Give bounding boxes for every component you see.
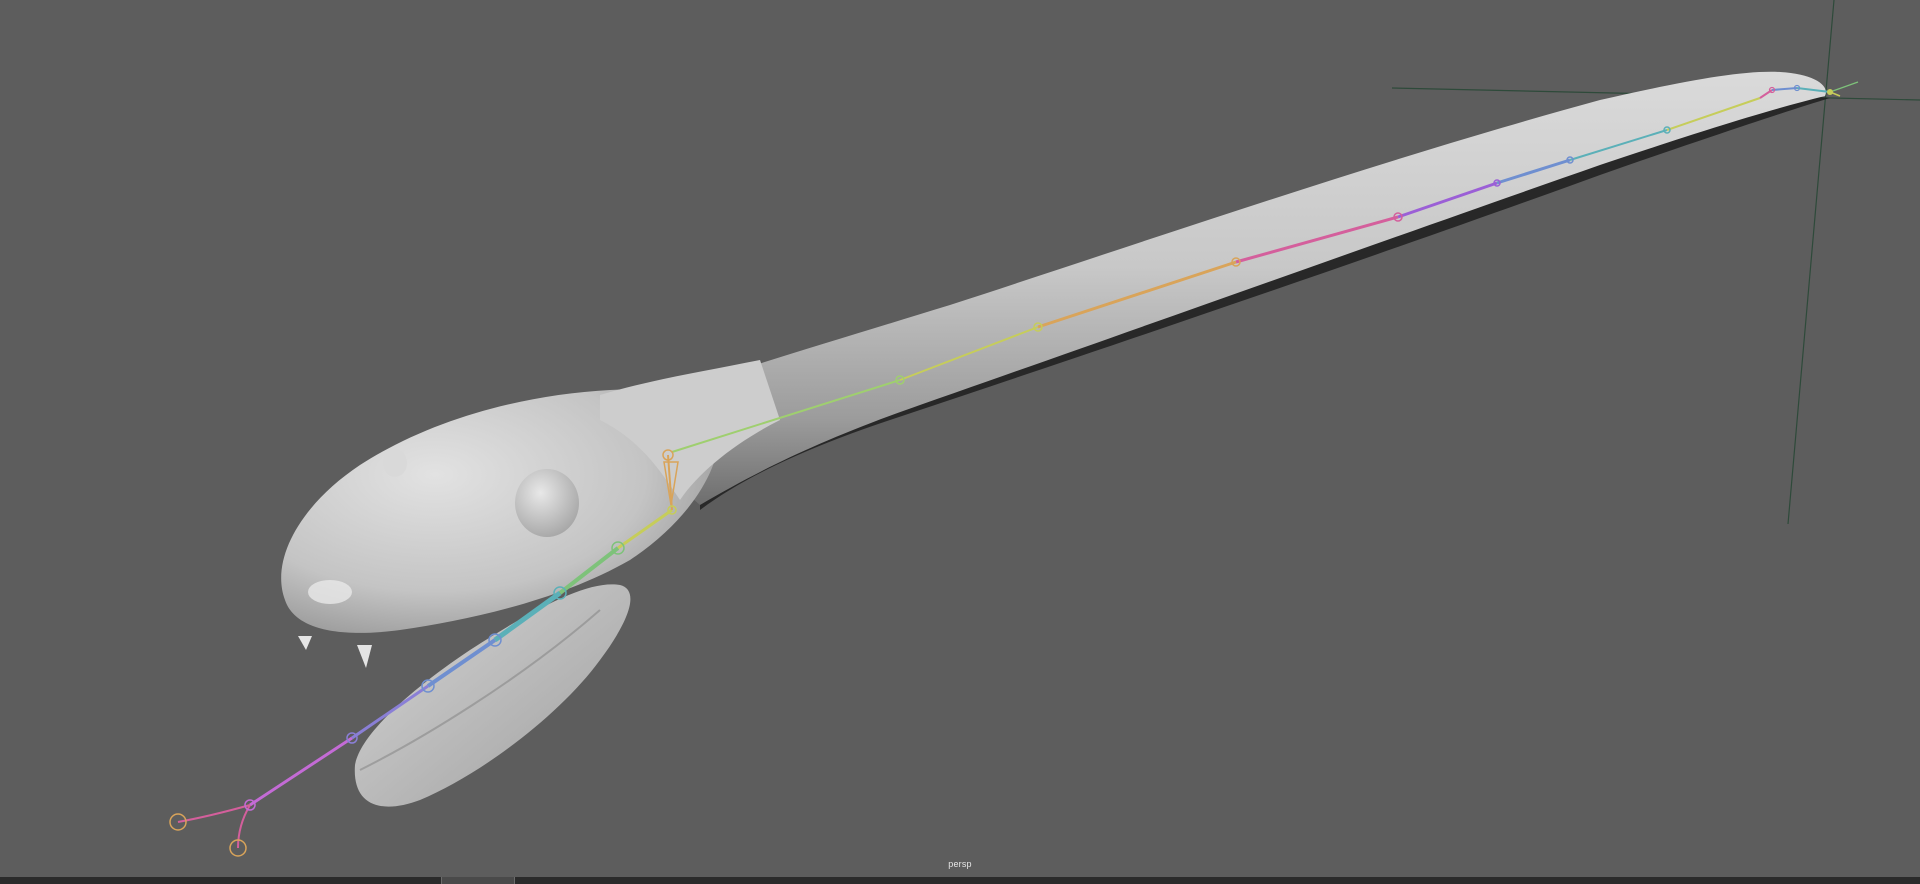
time-slider[interactable] (0, 877, 1920, 884)
3d-viewport[interactable]: persp (0, 0, 1920, 877)
world-axis-gizmo (1391, 0, 1920, 525)
camera-label: persp (948, 859, 972, 869)
time-slider-handle[interactable] (441, 877, 515, 884)
scene-canvas[interactable] (0, 0, 1920, 877)
eye-sphere (515, 469, 579, 537)
pivot-gizmo[interactable] (1827, 81, 1859, 97)
snake-mesh[interactable] (281, 71, 1830, 807)
